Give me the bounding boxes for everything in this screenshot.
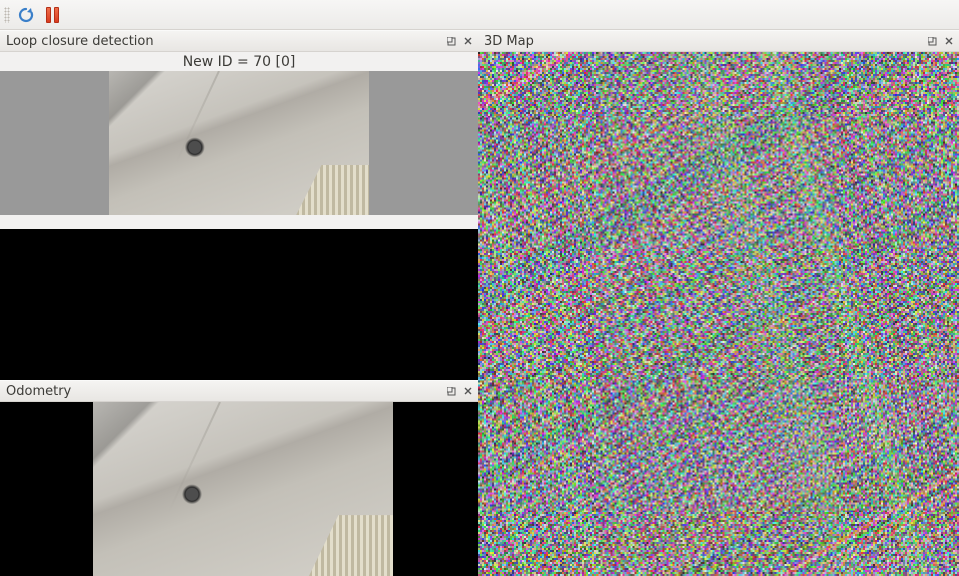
detach-icon[interactable] <box>924 33 940 49</box>
loop-closure-match-view[interactable] <box>0 229 478 380</box>
pause-button[interactable] <box>40 3 64 27</box>
loop-closure-new-view[interactable] <box>0 71 478 215</box>
close-icon[interactable] <box>941 33 957 49</box>
detach-icon[interactable] <box>443 33 459 49</box>
refresh-button[interactable] <box>14 3 38 27</box>
odometry-header[interactable]: Odometry <box>0 380 478 402</box>
panel-gap <box>0 215 478 229</box>
loop-closure-title: Loop closure detection <box>6 34 442 49</box>
loop-closure-panel: Loop closure detection New ID = 70 [0] <box>0 30 478 380</box>
camera-image <box>93 402 393 576</box>
map3d-panel: 3D Map <box>478 30 959 576</box>
odometry-panel: Odometry <box>0 380 478 576</box>
close-icon[interactable] <box>460 33 476 49</box>
workspace: Loop closure detection New ID = 70 [0] <box>0 30 959 576</box>
close-icon[interactable] <box>460 383 476 399</box>
map3d-header[interactable]: 3D Map <box>478 30 959 52</box>
odometry-view[interactable] <box>0 402 478 576</box>
toolbar <box>0 0 959 30</box>
camera-image <box>109 71 369 215</box>
left-column: Loop closure detection New ID = 70 [0] <box>0 30 478 576</box>
map3d-view[interactable] <box>478 52 959 576</box>
detach-icon[interactable] <box>443 383 459 399</box>
loop-closure-status-bar: New ID = 70 [0] <box>0 52 478 71</box>
refresh-icon <box>17 6 35 24</box>
loop-closure-status: New ID = 70 [0] <box>183 54 296 70</box>
map3d-title: 3D Map <box>484 34 923 49</box>
loop-closure-header[interactable]: Loop closure detection <box>0 30 478 52</box>
toolbar-grip[interactable] <box>4 7 10 23</box>
right-column: 3D Map <box>478 30 959 576</box>
odometry-title: Odometry <box>6 384 442 399</box>
pause-icon <box>46 7 59 23</box>
